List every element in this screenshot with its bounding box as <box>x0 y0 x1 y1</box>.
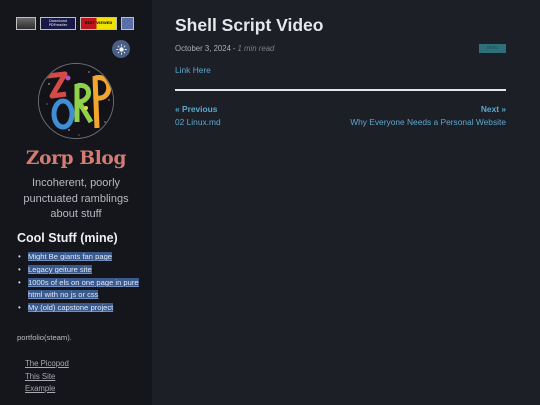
cool-link-1000s-els[interactable]: 1000s of els on one page in pure html wi… <box>28 277 139 300</box>
red-yellow-badge[interactable]: BEST VIEWED <box>80 17 117 30</box>
post-title: Shell Script Video <box>175 15 324 35</box>
bullet-icon: • <box>18 264 21 274</box>
meta-separator: - <box>232 44 236 53</box>
cool-link-legacy-site[interactable]: Legacy geiture site <box>28 264 92 274</box>
cool-stuff-list: • Might Be giants fan page • Legacy geitur… <box>17 251 139 315</box>
cool-stuff-heading: Cool Stuff (mine) <box>17 231 118 245</box>
sidebar-links: The Picopod This Site Example <box>25 358 69 396</box>
list-item: Example <box>25 383 69 396</box>
cool-stuff-heading-rest: (mine) <box>76 231 118 245</box>
theme-toggle-button[interactable] <box>112 40 130 58</box>
divider <box>175 89 506 91</box>
cool-link-giants[interactable]: Might Be giants fan page <box>28 252 113 261</box>
list-item: This Site <box>25 371 69 384</box>
list-item: • My (old) capstone project <box>17 302 139 315</box>
link-this-site[interactable]: This Site <box>25 372 55 381</box>
badge-row: Download PDFreader BEST VIEWED <box>16 17 134 30</box>
bullet-icon: • <box>18 252 21 261</box>
tag-badge[interactable]: misc <box>479 44 506 53</box>
link-picopod[interactable]: The Picopod <box>25 359 69 368</box>
list-item: • 1000s of els on one page in pure html w… <box>17 277 139 303</box>
link-here[interactable]: Link Here <box>175 65 211 75</box>
zorp-logo-image <box>39 64 113 138</box>
post-date: October 3, 2024 <box>175 44 231 53</box>
cool-stuff-heading-strong: Cool Stuff <box>17 231 77 245</box>
bullet-icon: • <box>18 303 21 313</box>
sidebar: Download PDFreader BEST VIEWED Zorp Blog… <box>0 0 152 405</box>
download-pdfreader-badge[interactable]: Download PDFreader <box>40 17 76 30</box>
list-item: • Legacy geiture site <box>17 264 139 277</box>
post-meta: October 3, 2024-1 min read <box>175 44 274 53</box>
link-example[interactable]: Example <box>25 384 55 393</box>
sun-icon <box>115 43 127 55</box>
list-item: • Might Be giants fan page <box>17 251 139 264</box>
avatar[interactable] <box>38 63 114 139</box>
next-post-link[interactable]: Why Everyone Needs a Personal Website <box>350 117 506 127</box>
previous-post-link[interactable]: 02 Linux.md <box>175 117 221 127</box>
blue-badge[interactable] <box>121 17 134 30</box>
blog-title[interactable]: Zorp Blog <box>0 148 152 169</box>
tagline: Incoherent, poorly punctuated ramblings … <box>23 177 129 220</box>
previous-label[interactable]: « Previous <box>175 104 217 114</box>
portfolio-text: portfolio(steam). <box>17 333 72 342</box>
next-label[interactable]: Next » <box>481 104 506 114</box>
cool-link-capstone[interactable]: My (old) capstone project <box>28 303 114 313</box>
list-item: The Picopod <box>25 358 69 371</box>
old-computer-badge[interactable] <box>16 17 36 30</box>
read-time: 1 min read <box>237 44 275 53</box>
bullet-icon: • <box>18 277 21 287</box>
